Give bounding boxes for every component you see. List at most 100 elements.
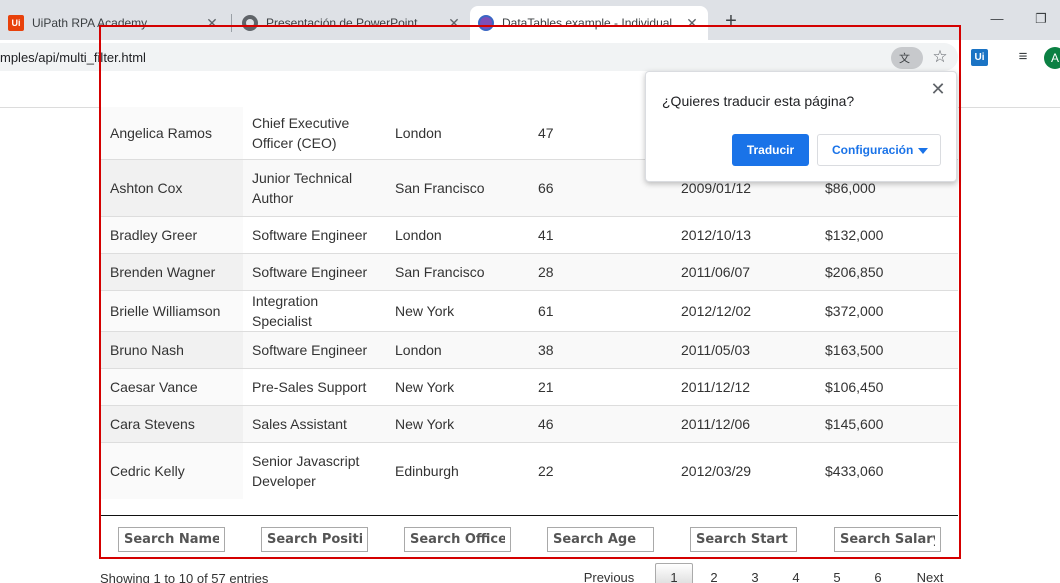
tab-divider bbox=[231, 14, 232, 32]
table-footer-search bbox=[101, 515, 958, 559]
cell-position: Senior Javascript Developer bbox=[243, 441, 386, 499]
pagination-page-2[interactable]: 2 bbox=[700, 563, 728, 583]
cell-office: New York bbox=[386, 289, 529, 331]
cell-age: 22 bbox=[529, 441, 672, 499]
media-queue-icon[interactable]: ≡ bbox=[1014, 48, 1032, 66]
cell-position: Software Engineer bbox=[243, 252, 386, 290]
pagination-previous[interactable]: Previous bbox=[575, 563, 643, 583]
cell-name: Cara Stevens bbox=[101, 404, 243, 442]
restore-button[interactable]: ❐ bbox=[1026, 8, 1056, 30]
search-name-input[interactable] bbox=[118, 527, 225, 552]
tab-powerpoint[interactable]: Presentación de PowerPoint ✕ bbox=[234, 6, 470, 40]
tab-title: UiPath RPA Academy bbox=[32, 16, 148, 30]
globe-icon bbox=[242, 15, 258, 31]
close-tab-icon[interactable]: ✕ bbox=[684, 15, 700, 31]
cell-start-date: 2011/05/03 bbox=[672, 330, 816, 368]
cell-name: Caesar Vance bbox=[101, 367, 243, 405]
pagination-next[interactable]: Next bbox=[906, 563, 954, 583]
cell-salary: $145,600 bbox=[816, 404, 958, 442]
cell-age: 61 bbox=[529, 289, 672, 331]
pagination-page-4[interactable]: 4 bbox=[782, 563, 810, 583]
cell-start-date: 2012/03/29 bbox=[672, 441, 816, 499]
table-row[interactable]: Caesar Vance Pre-Sales Support New York 21 2… bbox=[101, 367, 958, 405]
cell-position: Software Engineer bbox=[243, 330, 386, 368]
address-bar: mples/api/multi_filter.html ☆ Ui ≡ A bbox=[0, 40, 1060, 74]
cell-name: Bradley Greer bbox=[101, 215, 243, 253]
cell-start-date: 2012/12/02 bbox=[672, 289, 816, 331]
search-salary-input[interactable] bbox=[834, 527, 941, 552]
translate-icon[interactable] bbox=[891, 47, 923, 69]
pagination-page-3[interactable]: 3 bbox=[741, 563, 769, 583]
cell-office: London bbox=[386, 107, 529, 159]
uipath-icon: Ui bbox=[8, 15, 24, 31]
cell-name: Ashton Cox bbox=[101, 158, 243, 216]
omnibox[interactable]: mples/api/multi_filter.html ☆ bbox=[0, 43, 958, 71]
table-row[interactable]: Brielle Williamson Integration Specialist… bbox=[101, 289, 958, 331]
cell-office: Edinburgh bbox=[386, 441, 529, 499]
bookmark-star-icon[interactable]: ☆ bbox=[929, 46, 951, 68]
cell-name: Brielle Williamson bbox=[101, 289, 243, 331]
search-start-date-input[interactable] bbox=[690, 527, 797, 552]
cell-position: Junior Technical Author bbox=[243, 158, 386, 216]
cell-age: 46 bbox=[529, 404, 672, 442]
table-row[interactable]: Cara Stevens Sales Assistant New York 46 201… bbox=[101, 404, 958, 442]
tab-bar: Ui UiPath RPA Academy ✕ Presentación de … bbox=[0, 0, 1060, 40]
new-tab-button[interactable]: + bbox=[720, 10, 742, 32]
close-tab-icon[interactable]: ✕ bbox=[446, 15, 462, 31]
table-row[interactable]: Brenden Wagner Software Engineer San Franc… bbox=[101, 252, 958, 290]
cell-age: 28 bbox=[529, 252, 672, 290]
cell-start-date: 2011/12/06 bbox=[672, 404, 816, 442]
cell-salary: $132,000 bbox=[816, 215, 958, 253]
cell-salary: $163,500 bbox=[816, 330, 958, 368]
chevron-down-icon bbox=[918, 148, 928, 154]
cell-age: 41 bbox=[529, 215, 672, 253]
cell-start-date: 2011/06/07 bbox=[672, 252, 816, 290]
cell-office: London bbox=[386, 215, 529, 253]
uipath-extension-icon[interactable]: Ui bbox=[971, 49, 988, 66]
cell-position: Sales Assistant bbox=[243, 404, 386, 442]
url-text[interactable]: mples/api/multi_filter.html bbox=[0, 50, 146, 65]
table-row[interactable]: Bruno Nash Software Engineer London 38 2011/… bbox=[101, 330, 958, 368]
cell-name: Angelica Ramos bbox=[101, 107, 243, 159]
tab-title: Presentación de PowerPoint bbox=[266, 16, 418, 30]
cell-salary: $372,000 bbox=[816, 289, 958, 331]
cell-office: San Francisco bbox=[386, 158, 529, 216]
tab-datatables-active[interactable]: DataTables example - Individual ✕ bbox=[470, 6, 708, 40]
cell-position: Pre-Sales Support bbox=[243, 367, 386, 405]
cell-position: Chief Executive Officer (CEO) bbox=[243, 107, 386, 159]
pagination-page-1[interactable]: 1 bbox=[655, 563, 693, 583]
translate-button[interactable]: Traducir bbox=[732, 134, 809, 166]
cell-name: Cedric Kelly bbox=[101, 441, 243, 499]
tab-uipath-academy[interactable]: Ui UiPath RPA Academy ✕ bbox=[0, 6, 228, 40]
cell-age: 21 bbox=[529, 367, 672, 405]
cell-office: London bbox=[386, 330, 529, 368]
cell-salary: $206,850 bbox=[816, 252, 958, 290]
search-office-input[interactable] bbox=[404, 527, 511, 552]
table-row[interactable]: Cedric Kelly Senior Javascript Developer E… bbox=[101, 441, 958, 499]
cell-age: 38 bbox=[529, 330, 672, 368]
datatables-icon bbox=[478, 15, 494, 31]
translate-popup-title: ¿Quieres traducir esta página? bbox=[662, 93, 855, 109]
close-icon[interactable]: ✕ bbox=[929, 80, 947, 98]
cell-office: New York bbox=[386, 404, 529, 442]
cell-salary: $433,060 bbox=[816, 441, 958, 499]
tab-title: DataTables example - Individual bbox=[502, 16, 673, 30]
pagination-page-6[interactable]: 6 bbox=[864, 563, 892, 583]
pagination-page-5[interactable]: 5 bbox=[823, 563, 851, 583]
cell-office: San Francisco bbox=[386, 252, 529, 290]
minimize-button[interactable]: — bbox=[982, 8, 1012, 30]
cell-position: Software Engineer bbox=[243, 215, 386, 253]
table-row[interactable]: Bradley Greer Software Engineer London 41 20… bbox=[101, 215, 958, 253]
cell-start-date: 2012/10/13 bbox=[672, 215, 816, 253]
translate-popup: ¿Quieres traducir esta página? ✕ Traduci… bbox=[645, 71, 957, 182]
cell-name: Bruno Nash bbox=[101, 330, 243, 368]
cell-name: Brenden Wagner bbox=[101, 252, 243, 290]
cell-start-date: 2011/12/12 bbox=[672, 367, 816, 405]
translate-settings-button[interactable]: Configuración bbox=[817, 134, 941, 166]
search-position-input[interactable] bbox=[261, 527, 368, 552]
search-age-input[interactable] bbox=[547, 527, 654, 552]
translate-settings-label: Configuración bbox=[832, 143, 914, 157]
profile-avatar[interactable]: A bbox=[1044, 47, 1060, 69]
close-tab-icon[interactable]: ✕ bbox=[204, 15, 220, 31]
cell-position: Integration Specialist bbox=[243, 289, 386, 331]
